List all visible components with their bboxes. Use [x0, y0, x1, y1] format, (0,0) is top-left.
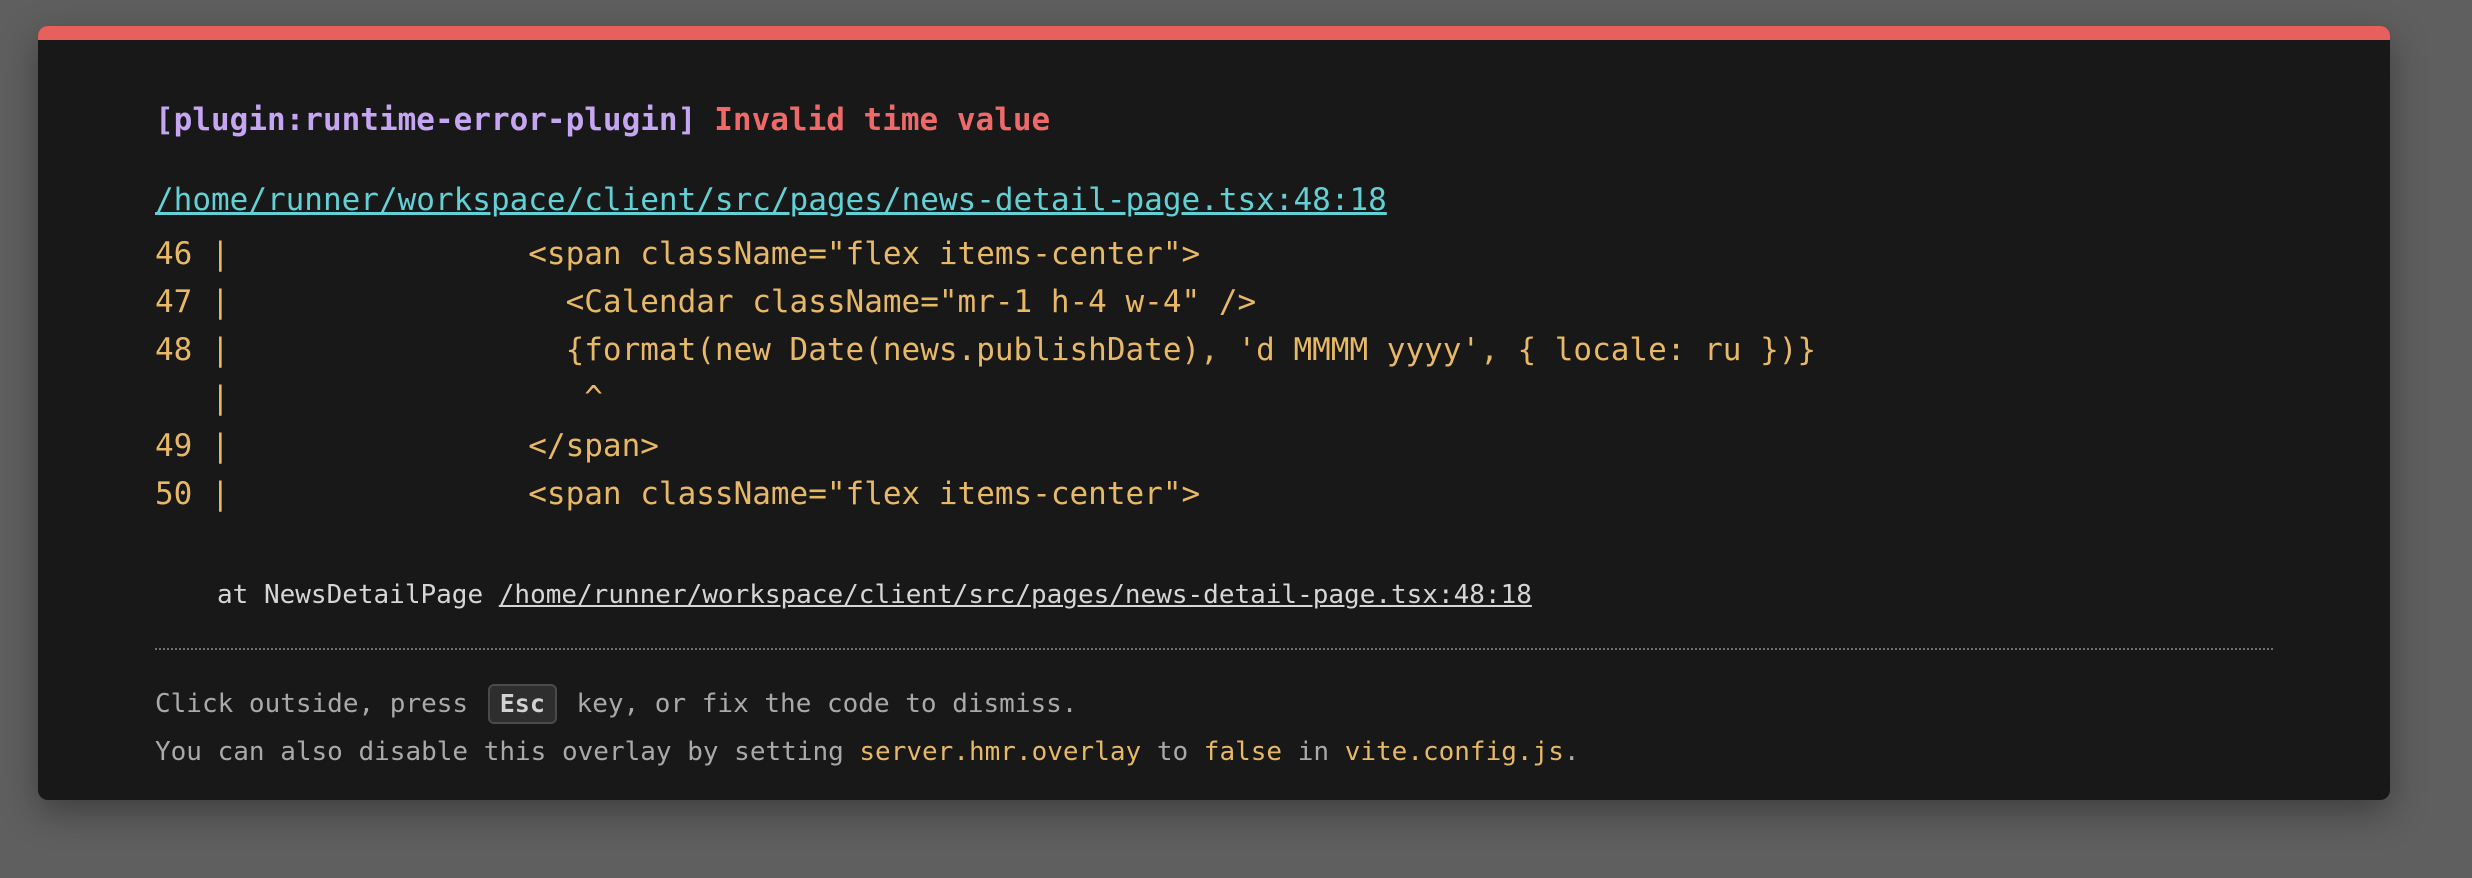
code-line-46: 46 | <span className="flex items-center"…: [155, 236, 1201, 272]
code-line-48: 48 | {format(new Date(news.publishDate),…: [155, 332, 1817, 368]
plugin-name: [plugin:runtime-error-plugin]: [155, 102, 697, 138]
tip-text-6: .: [1563, 737, 1580, 767]
tip-text-5: in: [1282, 737, 1345, 767]
stack-file-link[interactable]: /home/runner/workspace/client/src/pages/…: [499, 580, 1532, 610]
dismiss-tip: Click outside, press Esc key, or fix the…: [155, 684, 1077, 724]
error-text: Invalid time value: [714, 102, 1051, 138]
code-caret-line: | ^: [155, 380, 603, 416]
code-frame: 46 | <span className="flex items-center"…: [155, 230, 1816, 518]
error-file-link[interactable]: /home/runner/workspace/client/src/pages/…: [155, 180, 1387, 220]
code-line-49: 49 | </span>: [155, 428, 659, 464]
error-overlay-window: [plugin:runtime-error-plugin] Invalid tim…: [38, 26, 2390, 800]
stack-prefix: at NewsDetailPage: [217, 580, 499, 610]
tip-text-4: to: [1141, 737, 1204, 767]
tip-text-3: You can also disable this overlay by set…: [155, 737, 860, 767]
code-line-47: 47 | <Calendar className="mr-1 h-4 w-4" …: [155, 284, 1257, 320]
setting-name: server.hmr.overlay: [859, 737, 1142, 767]
config-file-name: vite.config.js: [1344, 737, 1564, 767]
disable-overlay-tip: You can also disable this overlay by set…: [155, 732, 1580, 772]
tip-text-1: Click outside, press: [155, 689, 484, 719]
stack-trace: at NewsDetailPage /home/runner/workspace…: [217, 578, 1532, 612]
esc-key: Esc: [487, 684, 557, 724]
code-line-50: 50 | <span className="flex items-center"…: [155, 476, 1201, 512]
divider: [155, 648, 2273, 650]
error-message: [plugin:runtime-error-plugin] Invalid tim…: [155, 100, 1050, 140]
setting-value: false: [1203, 737, 1283, 767]
tip-text-2: key, or fix the code to dismiss.: [560, 689, 1078, 719]
